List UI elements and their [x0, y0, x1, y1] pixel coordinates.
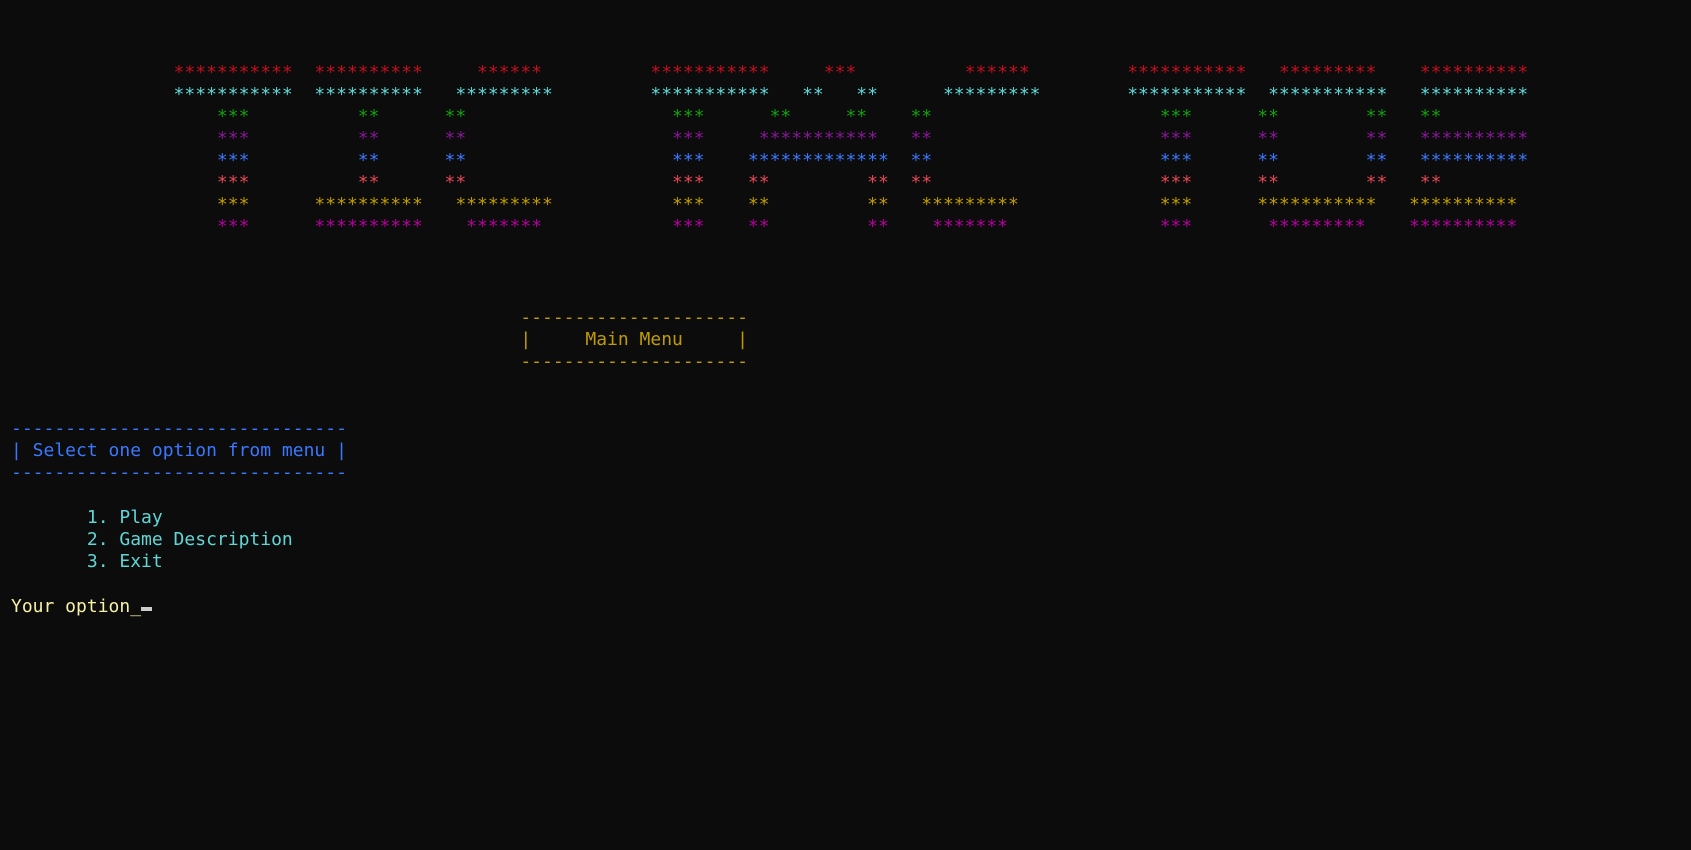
select-box-border-top: ------------------------------- — [11, 418, 347, 439]
select-box-label: | Select one option from menu | — [11, 440, 347, 461]
main-menu-border-bottom: --------------------- — [11, 351, 748, 372]
banner-row-4: *** ** ** *** *********** ** *** ** ** *… — [11, 128, 1529, 149]
option-game-description[interactable]: 2. Game Description — [11, 528, 293, 552]
option-play[interactable]: 1. Play — [11, 506, 163, 530]
prompt-label: Your option_ — [11, 596, 142, 617]
main-menu-border-top: --------------------- — [11, 307, 748, 328]
banner-row-2: *********** ********** ********* *******… — [11, 84, 1529, 105]
banner-row-3: *** ** ** *** ** ** ** *** ** ** ** — [11, 106, 1442, 127]
banner-row-6: *** ** ** *** ** ** ** *** ** ** ** — [11, 172, 1442, 193]
banner-row-7: *** ********** ********* *** ** ** *****… — [11, 194, 1518, 215]
banner-row-8: *** ********** ******* *** ** ** *******… — [11, 216, 1518, 237]
option-exit[interactable]: 3. Exit — [11, 550, 163, 574]
banner-row-1: *********** ********** ****** **********… — [11, 62, 1529, 83]
option-prompt[interactable]: Your option_ — [11, 595, 153, 619]
main-menu-title: | Main Menu | — [11, 329, 748, 350]
select-box-border-bottom: ------------------------------- — [11, 462, 347, 483]
cursor-icon — [141, 607, 153, 611]
banner-row-5: *** ** ** *** ************* ** *** ** **… — [11, 150, 1529, 171]
